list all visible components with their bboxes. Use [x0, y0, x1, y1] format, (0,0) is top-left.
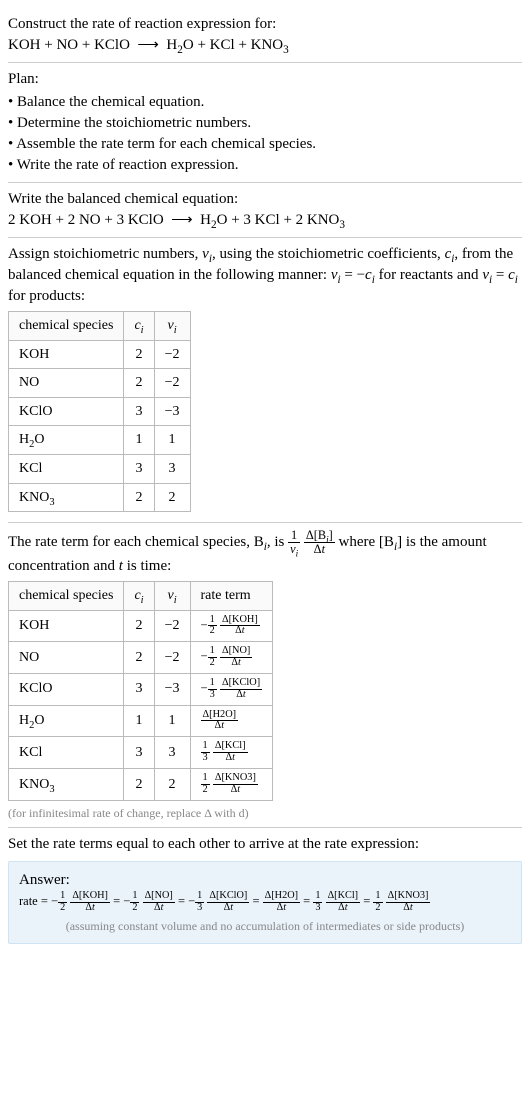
cell-rateterm: Δ[H2O]Δt — [190, 705, 273, 737]
cell-v: 3 — [154, 737, 190, 769]
col-c: ci — [124, 581, 154, 610]
col-rateterm: rate term — [190, 581, 273, 610]
cell-c: 3 — [124, 397, 154, 426]
plan-item: Balance the chemical equation. — [8, 92, 522, 113]
answer-note: (assuming constant volume and no accumul… — [19, 918, 511, 935]
cell-rateterm: −12 Δ[KOH]Δt — [190, 610, 273, 642]
cell-c: 3 — [124, 454, 154, 483]
plan-item: Assemble the rate term for each chemical… — [8, 134, 522, 155]
col-species: chemical species — [9, 312, 124, 341]
cell-c: 2 — [124, 769, 154, 801]
cell-c: 2 — [124, 642, 154, 674]
rateterms-table: chemical species ci νi rate term KOH2−2−… — [8, 581, 273, 801]
cell-species: H2O — [9, 426, 124, 455]
rateterms-footnote: (for infinitesimal rate of change, repla… — [8, 805, 522, 822]
cell-species: KCl — [9, 737, 124, 769]
plan-section: Plan: Balance the chemical equation. Det… — [8, 62, 522, 182]
cell-v: 1 — [154, 705, 190, 737]
table-row: NO2−2 — [9, 369, 191, 398]
cell-c: 2 — [124, 610, 154, 642]
cell-species: KCl — [9, 454, 124, 483]
cell-v: 3 — [154, 454, 190, 483]
cell-c: 2 — [124, 369, 154, 398]
table-row: H2O11 — [9, 426, 191, 455]
cell-rateterm: −13 Δ[KClO]Δt — [190, 673, 273, 705]
answer-expression: rate = −12 Δ[KOH]Δt = −12 Δ[NO]Δt = −13 … — [19, 891, 511, 914]
rateterms-intro: The rate term for each chemical species,… — [8, 529, 522, 577]
cell-species: KClO — [9, 397, 124, 426]
answer-box: Answer: rate = −12 Δ[KOH]Δt = −12 Δ[NO]Δ… — [8, 861, 522, 943]
balanced-title: Write the balanced chemical equation: — [8, 189, 522, 210]
cell-c: 2 — [124, 340, 154, 369]
cell-v: 1 — [154, 426, 190, 455]
cell-rateterm: 12 Δ[KNO3]Δt — [190, 769, 273, 801]
stoich-section: Assign stoichiometric numbers, νi, using… — [8, 237, 522, 522]
prompt-title: Construct the rate of reaction expressio… — [8, 14, 522, 35]
prompt-section: Construct the rate of reaction expressio… — [8, 8, 522, 62]
col-c: ci — [124, 312, 154, 341]
table-row: KNO32212 Δ[KNO3]Δt — [9, 769, 273, 801]
table-row: H2O11Δ[H2O]Δt — [9, 705, 273, 737]
cell-c: 1 — [124, 426, 154, 455]
cell-species: KOH — [9, 610, 124, 642]
plan-list: Balance the chemical equation. Determine… — [8, 92, 522, 176]
cell-c: 1 — [124, 705, 154, 737]
cell-species: H2O — [9, 705, 124, 737]
col-species: chemical species — [9, 581, 124, 610]
cell-species: KClO — [9, 673, 124, 705]
cell-v: −3 — [154, 397, 190, 426]
col-v: νi — [154, 312, 190, 341]
table-row: KClO3−3 — [9, 397, 191, 426]
cell-rateterm: 13 Δ[KCl]Δt — [190, 737, 273, 769]
table-header-row: chemical species ci νi — [9, 312, 191, 341]
table-row: NO2−2−12 Δ[NO]Δt — [9, 642, 273, 674]
answer-label: Answer: — [19, 870, 511, 891]
cell-v: −3 — [154, 673, 190, 705]
cell-rateterm: −12 Δ[NO]Δt — [190, 642, 273, 674]
plan-item: Determine the stoichiometric numbers. — [8, 113, 522, 134]
balanced-equation: 2 KOH + 2 NO + 3 KClO ⟶ H2O + 3 KCl + 2 … — [8, 210, 522, 231]
cell-species: KNO3 — [9, 769, 124, 801]
equalize-section: Set the rate terms equal to each other t… — [8, 827, 522, 949]
table-row: KOH2−2 — [9, 340, 191, 369]
cell-v: −2 — [154, 610, 190, 642]
table-row: KCl3313 Δ[KCl]Δt — [9, 737, 273, 769]
cell-c: 3 — [124, 673, 154, 705]
cell-v: −2 — [154, 642, 190, 674]
table-row: KNO322 — [9, 483, 191, 512]
col-v: νi — [154, 581, 190, 610]
cell-c: 3 — [124, 737, 154, 769]
cell-v: −2 — [154, 369, 190, 398]
cell-v: 2 — [154, 483, 190, 512]
cell-c: 2 — [124, 483, 154, 512]
cell-v: 2 — [154, 769, 190, 801]
table-row: KOH2−2−12 Δ[KOH]Δt — [9, 610, 273, 642]
stoich-intro: Assign stoichiometric numbers, νi, using… — [8, 244, 522, 307]
cell-species: KOH — [9, 340, 124, 369]
rateterms-section: The rate term for each chemical species,… — [8, 522, 522, 827]
cell-v: −2 — [154, 340, 190, 369]
cell-species: NO — [9, 642, 124, 674]
cell-species: NO — [9, 369, 124, 398]
table-row: KCl33 — [9, 454, 191, 483]
balanced-section: Write the balanced chemical equation: 2 … — [8, 182, 522, 237]
stoich-table: chemical species ci νi KOH2−2 NO2−2 KClO… — [8, 311, 191, 512]
table-row: KClO3−3−13 Δ[KClO]Δt — [9, 673, 273, 705]
equalize-title: Set the rate terms equal to each other t… — [8, 834, 522, 855]
plan-title: Plan: — [8, 69, 522, 90]
prompt-equation: KOH + NO + KClO ⟶ H2O + KCl + KNO3 — [8, 35, 522, 56]
plan-item: Write the rate of reaction expression. — [8, 155, 522, 176]
cell-species: KNO3 — [9, 483, 124, 512]
table-header-row: chemical species ci νi rate term — [9, 581, 273, 610]
